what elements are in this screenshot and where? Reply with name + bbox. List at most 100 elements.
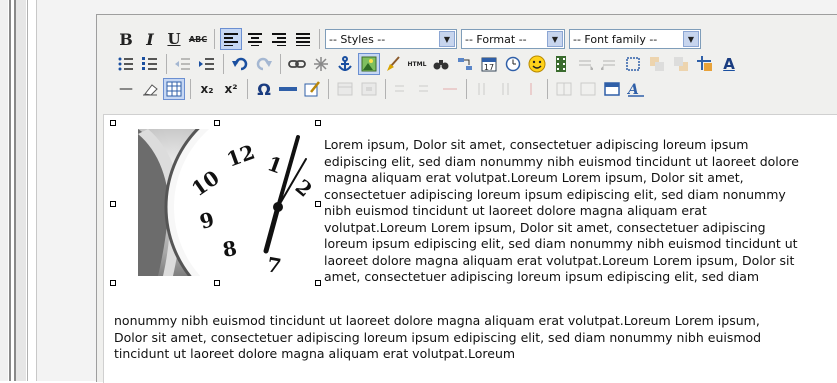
move-forward-button[interactable] xyxy=(646,53,668,75)
superscript-button[interactable]: x² xyxy=(220,78,242,100)
format-select[interactable]: -- Format -- ▼ xyxy=(461,29,565,49)
bring-forward-icon xyxy=(650,57,664,71)
text-line: magna aliquam erat volutpat.Loreum Lorem… xyxy=(324,170,744,185)
resize-handle[interactable] xyxy=(110,280,116,286)
toolbar-separator xyxy=(328,79,329,99)
replace-button[interactable] xyxy=(454,53,476,75)
outdent-button[interactable] xyxy=(172,53,194,75)
chevron-down-icon[interactable]: ▼ xyxy=(547,31,563,47)
text-color-button[interactable]: A xyxy=(718,53,740,75)
special-char-button[interactable]: Ω xyxy=(253,78,275,100)
align-left-button[interactable] xyxy=(220,28,242,50)
resize-handle[interactable] xyxy=(214,120,220,126)
find-button[interactable] xyxy=(430,53,452,75)
calendar-icon: 17 xyxy=(481,57,497,72)
resize-handle[interactable] xyxy=(110,120,116,126)
editor-content-area[interactable]: 12 1 2 10 9 8 7 Lorem ipsum, Dolor sit a… xyxy=(103,114,837,383)
anchor-button[interactable] xyxy=(334,53,356,75)
full-width-paragraph: nonummy nibh euismod tincidunt ut laoree… xyxy=(114,313,837,363)
toolbar-separator xyxy=(280,54,281,74)
resize-handle[interactable] xyxy=(214,280,220,286)
align-center-button[interactable] xyxy=(244,28,266,50)
toolbar-row-1: B I U ABC -- Styles -- ▼ -- Format -- ▼ … xyxy=(115,26,705,52)
cleanup-button[interactable] xyxy=(382,53,404,75)
left-rail xyxy=(0,0,8,381)
merge-cells-button[interactable] xyxy=(577,78,599,100)
bullet-list-button[interactable] xyxy=(115,53,137,75)
styles-select-label: -- Styles -- xyxy=(329,32,386,46)
editor-frame: B I U ABC -- Styles -- ▼ -- Format -- ▼ … xyxy=(36,0,837,383)
split-cells-button[interactable] xyxy=(553,78,575,100)
insert-link-button[interactable] xyxy=(286,53,308,75)
replace-icon xyxy=(458,58,472,70)
remove-format-button[interactable] xyxy=(139,78,161,100)
toolbar-row-2: HTML 17 A xyxy=(115,51,742,77)
rail-panel xyxy=(16,0,26,381)
redo-button[interactable] xyxy=(253,53,275,75)
insert-table-button[interactable] xyxy=(601,78,623,100)
insert-layer-button[interactable] xyxy=(622,53,644,75)
cell-props-button[interactable] xyxy=(358,78,380,100)
text-line: amet, consectetuer adipiscing loreum ips… xyxy=(324,269,760,284)
chevron-down-icon[interactable]: ▼ xyxy=(439,31,455,47)
col-before-button[interactable] xyxy=(472,78,494,100)
horizontal-rule-button[interactable]: — xyxy=(115,78,137,100)
align-right-button[interactable] xyxy=(268,28,290,50)
insert-date-button[interactable]: 17 xyxy=(478,53,500,75)
chevron-down-icon[interactable]: ▼ xyxy=(683,31,699,47)
col-after-button[interactable] xyxy=(496,78,518,100)
delete-row-button[interactable] xyxy=(439,78,461,100)
absolute-position-button[interactable] xyxy=(694,53,716,75)
rtl-button[interactable] xyxy=(598,53,620,75)
row-insert-icon xyxy=(395,85,404,92)
clock-image[interactable]: 12 1 2 10 9 8 7 xyxy=(138,129,318,276)
row-before-button[interactable] xyxy=(391,78,413,100)
ltr-button[interactable] xyxy=(574,53,596,75)
delete-col-button[interactable] xyxy=(520,78,542,100)
unlink-button[interactable] xyxy=(310,53,332,75)
resize-handle[interactable] xyxy=(110,201,116,207)
html-source-button[interactable]: HTML xyxy=(406,53,428,75)
split-cells-icon xyxy=(556,82,572,96)
align-justify-icon xyxy=(296,33,310,46)
pencil-icon xyxy=(304,81,320,97)
insert-image-button[interactable] xyxy=(358,53,380,75)
numbered-list-button[interactable] xyxy=(139,53,161,75)
font-family-select-label: -- Font family -- xyxy=(573,32,658,46)
font-family-select[interactable]: -- Font family -- ▼ xyxy=(569,29,701,49)
styles-props-button[interactable]: A xyxy=(625,78,647,100)
row-after-button[interactable] xyxy=(415,78,437,100)
undo-icon xyxy=(232,57,248,71)
strikethrough-button[interactable]: ABC xyxy=(187,28,209,50)
toolbar-separator xyxy=(214,29,215,49)
undo-button[interactable] xyxy=(229,53,251,75)
text-line: Dolor sit amet, consectetuer adipiscing … xyxy=(114,329,762,345)
smiley-icon xyxy=(528,55,546,73)
align-justify-button[interactable] xyxy=(292,28,314,50)
resize-handle[interactable] xyxy=(315,120,321,126)
styles-select[interactable]: -- Styles -- ▼ xyxy=(325,29,457,49)
align-left-icon xyxy=(224,33,238,46)
media-button[interactable] xyxy=(550,53,572,75)
italic-button[interactable]: I xyxy=(139,28,161,50)
emoticon-button[interactable] xyxy=(526,53,548,75)
column-insert-icon xyxy=(502,83,509,95)
table-props-button[interactable] xyxy=(334,78,356,100)
visual-aid-button[interactable] xyxy=(163,78,185,100)
cell-icon xyxy=(361,82,377,96)
insert-hr-line-button[interactable] xyxy=(277,78,299,100)
subscript-button[interactable]: x₂ xyxy=(196,78,218,100)
insert-time-button[interactable] xyxy=(502,53,524,75)
film-icon xyxy=(556,56,566,72)
layer-icon xyxy=(626,57,640,71)
link-icon xyxy=(288,60,306,68)
resize-handle[interactable] xyxy=(315,280,321,286)
row-delete-icon xyxy=(443,88,457,90)
resize-handle[interactable] xyxy=(315,201,321,207)
text-line: edipiscing elit, sed diam nonummy nibh e… xyxy=(324,153,799,169)
edit-button[interactable] xyxy=(301,78,323,100)
bold-button[interactable]: B xyxy=(115,28,137,50)
indent-button[interactable] xyxy=(196,53,218,75)
move-backward-button[interactable] xyxy=(670,53,692,75)
underline-button[interactable]: U xyxy=(163,28,185,50)
